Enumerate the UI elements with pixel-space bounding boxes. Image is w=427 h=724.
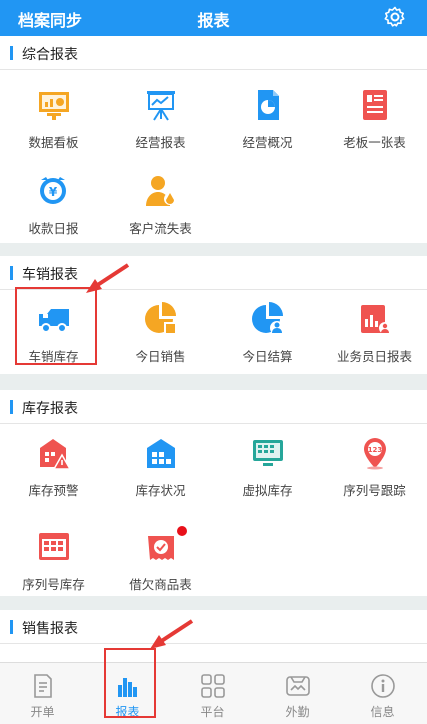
highlight-box (104, 648, 156, 718)
presentation-board-icon (147, 91, 175, 121)
section-header: 车销报表 (0, 256, 427, 290)
report-item-label: 业务员日报表 (336, 349, 412, 364)
tab-platform[interactable]: 平台 (170, 663, 255, 724)
customer-drop-icon (146, 176, 176, 206)
report-item-today-settlement[interactable]: 今日结算 (214, 290, 321, 390)
location-pin-icon: 123 (364, 438, 386, 470)
section-accent-bar (10, 620, 13, 634)
report-item-loan-goods[interactable]: 借欠商品表 (107, 518, 214, 618)
tab-label: 信息 (370, 705, 395, 719)
app-root: 档案同步 报表 综合报表 数据看板 经营报表 经营概况 老板一张表 ¥ 收款日报… (0, 0, 427, 724)
notification-dot (177, 526, 187, 536)
section-header: 库存报表 (0, 390, 427, 424)
report-item-label: 今日销售 (135, 349, 186, 364)
report-item-label: 库存状况 (135, 483, 186, 498)
dashboard-icon (39, 92, 69, 120)
virtual-stock-icon (253, 440, 283, 466)
section-accent-bar (10, 400, 13, 414)
svg-text:123: 123 (368, 446, 383, 454)
section-header: 综合报表 (0, 36, 427, 70)
report-item-today-sales[interactable]: 今日销售 (107, 290, 214, 390)
section-title: 综合报表 (22, 47, 78, 63)
loan-goods-icon (148, 536, 174, 560)
document-icon (34, 674, 52, 698)
highlight-box (15, 287, 97, 365)
tab-info[interactable]: 信息 (340, 663, 425, 724)
section-accent-bar (10, 266, 13, 280)
tab-label: 平台 (200, 705, 225, 719)
report-item-label: 客户流失表 (129, 221, 192, 236)
section-inventory: 库存报表 库存预警 库存状况 虚拟库存 123 序列号跟踪 序列号库存 借欠商品… (0, 390, 427, 596)
svg-text:¥: ¥ (49, 185, 58, 199)
report-item-label: 借欠商品表 (129, 577, 192, 592)
section-sales: 销售报表 (0, 610, 427, 670)
field-work-icon (286, 676, 310, 696)
report-item-label: 老板一张表 (343, 135, 406, 150)
page-title: 报表 (197, 11, 230, 30)
warehouse-warning-icon (40, 439, 71, 470)
report-item-label: 经营报表 (135, 135, 186, 150)
report-item-boss-sheet[interactable]: 老板一张表 (321, 76, 427, 176)
bottom-tab-bar: 开单 报表 平台 外勤 信息 (0, 662, 427, 724)
tab-billing[interactable]: 开单 (0, 663, 85, 724)
section-title: 车销报表 (22, 267, 78, 283)
report-item-stock-status[interactable]: 库存状况 (107, 424, 214, 524)
report-item-label: 序列号库存 (22, 577, 85, 592)
report-item-serial-tracking[interactable]: 123 序列号跟踪 (321, 424, 427, 524)
report-item-label: 今日结算 (242, 349, 293, 364)
report-item-virtual-stock[interactable]: 虚拟库存 (214, 424, 321, 524)
section-header: 销售报表 (0, 610, 427, 644)
pointer-arrow-icon (150, 619, 194, 649)
report-sheet-icon (363, 90, 387, 120)
report-item-collection-daily[interactable]: ¥ 收款日报 (0, 162, 107, 262)
serial-grid-icon (39, 533, 69, 560)
report-item-serial-stock[interactable]: 序列号库存 (0, 518, 107, 618)
report-item-label: 序列号跟踪 (343, 483, 406, 498)
salesman-report-icon (361, 305, 391, 334)
report-item-data-dashboard[interactable]: 数据看板 (0, 76, 107, 176)
top-bar: 档案同步 报表 (0, 0, 427, 36)
pointer-arrow-icon (86, 263, 130, 293)
report-item-label: 收款日报 (28, 221, 79, 236)
grid-icon (201, 674, 225, 698)
report-item-business-report[interactable]: 经营报表 (107, 76, 214, 176)
tab-field-work[interactable]: 外勤 (255, 663, 340, 724)
section-title: 销售报表 (22, 621, 78, 637)
pie-chart-icon (145, 302, 176, 334)
section-comprehensive: 综合报表 数据看板 经营报表 经营概况 老板一张表 ¥ 收款日报 客户流失表 (0, 36, 427, 243)
section-title: 库存报表 (22, 401, 78, 417)
tab-label: 开单 (30, 705, 55, 719)
pie-document-icon (258, 90, 279, 120)
report-item-business-overview[interactable]: 经营概况 (214, 76, 321, 176)
section-accent-bar (10, 46, 13, 60)
tab-label: 外勤 (285, 705, 310, 719)
report-item-label: 库存预警 (28, 483, 79, 498)
report-item-stock-warning[interactable]: 库存预警 (0, 424, 107, 524)
report-item-label: 虚拟库存 (242, 483, 293, 498)
report-item-label: 数据看板 (28, 135, 79, 150)
report-item-salesman-daily[interactable]: 业务员日报表 (321, 290, 427, 390)
gear-icon[interactable] (383, 5, 407, 29)
warehouse-status-icon (147, 439, 175, 468)
info-icon (371, 674, 395, 698)
report-item-customer-churn[interactable]: 客户流失表 (107, 162, 214, 262)
report-item-label: 经营概况 (242, 135, 293, 150)
clock-yuan-icon: ¥ (40, 177, 66, 204)
pie-user-icon (252, 302, 284, 335)
